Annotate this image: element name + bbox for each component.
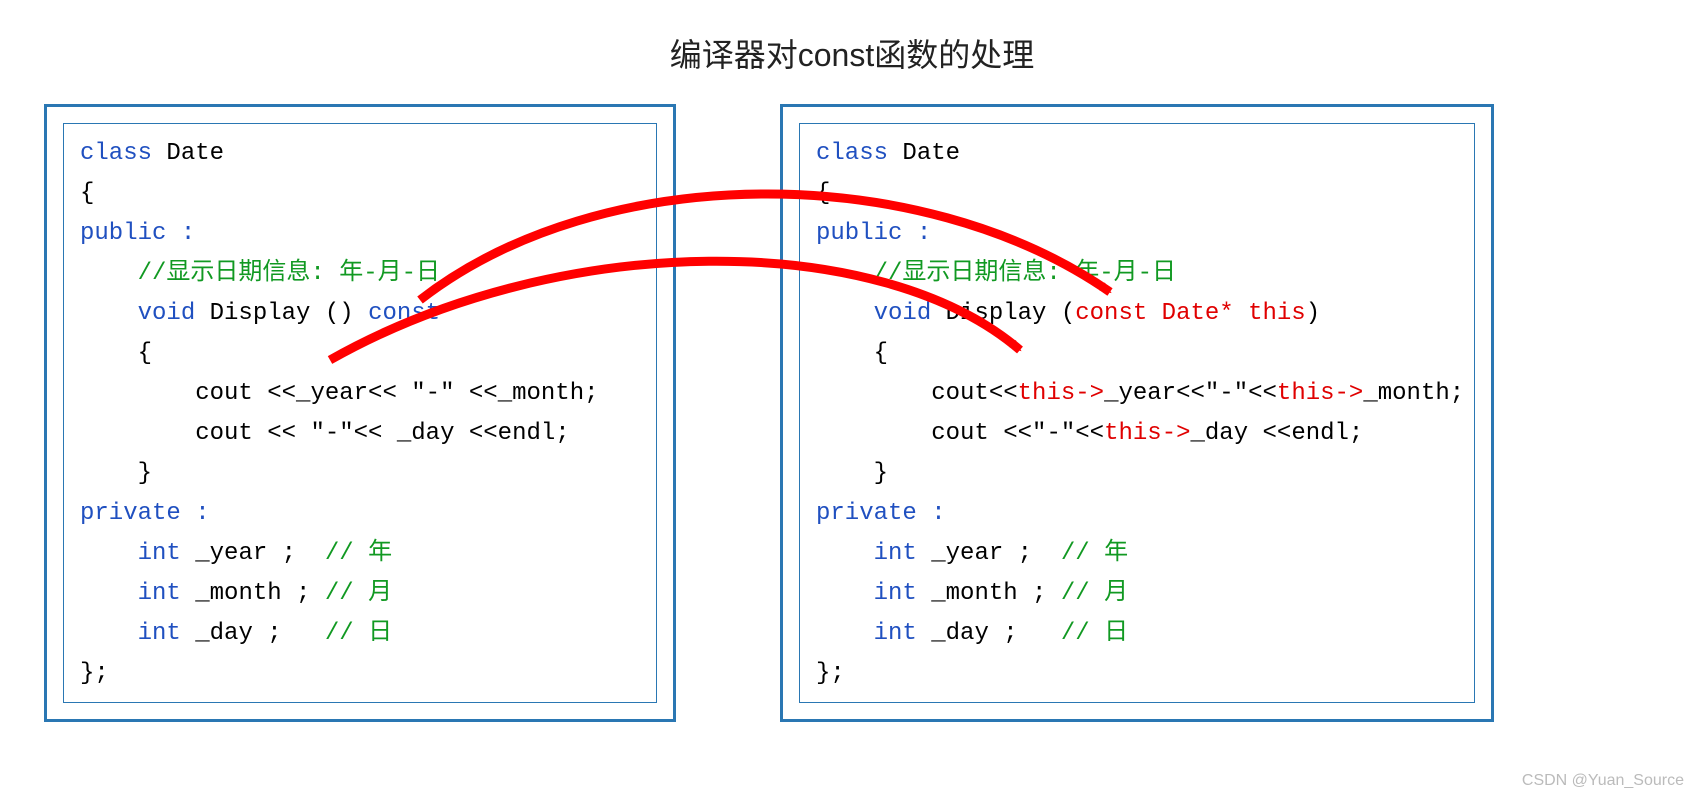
- kw-void: void: [138, 300, 196, 327]
- fn-display: Display (: [946, 300, 1076, 327]
- this-ptr: this->: [1277, 380, 1363, 407]
- cmt-month: // 月: [325, 580, 392, 607]
- page-title: 编译器对const函数的处理: [0, 30, 1704, 76]
- kw-int: int: [138, 580, 181, 607]
- brace: {: [138, 340, 152, 367]
- comment-date-info: //显示日期信息: 年-月-日: [138, 260, 440, 287]
- brace: }: [874, 460, 888, 487]
- kw-const: const: [368, 300, 440, 327]
- cmt-day: // 日: [325, 620, 392, 647]
- right-code-inner: class Date { public : //显示日期信息: 年-月-日 vo…: [799, 123, 1475, 703]
- str-dash2: "-": [1032, 420, 1075, 447]
- kw-int: int: [138, 540, 181, 567]
- kw-void: void: [874, 300, 932, 327]
- var-month: _month ;: [195, 580, 310, 607]
- right-code-box: class Date { public : //显示日期信息: 年-月-日 vo…: [780, 104, 1494, 722]
- kw-int: int: [874, 620, 917, 647]
- stmt-cout2b: << _day <<endl;: [354, 420, 570, 447]
- kw-private: private :: [816, 500, 946, 527]
- brace: {: [80, 180, 94, 207]
- var-day: _day ;: [195, 620, 281, 647]
- cmt-day: // 日: [1061, 620, 1128, 647]
- var-day: _day ;: [931, 620, 1017, 647]
- brace: {: [874, 340, 888, 367]
- var-year: _year ;: [931, 540, 1032, 567]
- str-dash2: "-": [310, 420, 353, 447]
- cmt-year: // 年: [1061, 540, 1128, 567]
- var-month: _month ;: [931, 580, 1046, 607]
- comment-date-info: //显示日期信息: 年-月-日: [874, 260, 1176, 287]
- right-code: class Date { public : //显示日期信息: 年-月-日 vo…: [816, 134, 1458, 694]
- left-code-box: class Date { public : //显示日期信息: 年-月-日 vo…: [44, 104, 676, 722]
- class-name: Date: [902, 140, 960, 167]
- watermark: CSDN @Yuan_Source: [1522, 772, 1684, 790]
- left-code: class Date { public : //显示日期信息: 年-月-日 vo…: [80, 134, 640, 694]
- kw-private: private :: [80, 500, 210, 527]
- var-year: _year<<: [1104, 380, 1205, 407]
- str-dash1: "-": [1205, 380, 1248, 407]
- param-const-this: const Date* this: [1075, 300, 1305, 327]
- brace: }: [138, 460, 152, 487]
- kw-int: int: [874, 540, 917, 567]
- left-code-inner: class Date { public : //显示日期信息: 年-月-日 vo…: [63, 123, 657, 703]
- stmt-cout1a: cout<<: [931, 380, 1017, 407]
- fn-display: Display (): [210, 300, 354, 327]
- class-name: Date: [166, 140, 224, 167]
- paren-close: ): [1306, 300, 1320, 327]
- kw-public: public :: [80, 220, 195, 247]
- brace: };: [816, 660, 845, 687]
- diagram-root: 编译器对const函数的处理 class Date { public : //显…: [0, 0, 1704, 796]
- stmt-cout2a: cout <<: [195, 420, 310, 447]
- stmt-cout1b: <<_month;: [454, 380, 598, 407]
- str-dash1: "-": [411, 380, 454, 407]
- kw-public: public :: [816, 220, 931, 247]
- kw-int: int: [138, 620, 181, 647]
- kw-class: class: [80, 140, 152, 167]
- var-day: _day <<endl;: [1191, 420, 1364, 447]
- ins-op: <<: [1075, 420, 1104, 447]
- ins-op: <<: [1248, 380, 1277, 407]
- brace: {: [816, 180, 830, 207]
- kw-class: class: [816, 140, 888, 167]
- stmt-cout2a: cout <<: [931, 420, 1032, 447]
- stmt-cout1a: cout <<_year<<: [195, 380, 411, 407]
- cmt-year: // 年: [325, 540, 392, 567]
- var-month: _month;: [1363, 380, 1464, 407]
- cmt-month: // 月: [1061, 580, 1128, 607]
- brace: };: [80, 660, 109, 687]
- kw-int: int: [874, 580, 917, 607]
- this-ptr: this->: [1104, 420, 1190, 447]
- var-year: _year ;: [195, 540, 296, 567]
- this-ptr: this->: [1018, 380, 1104, 407]
